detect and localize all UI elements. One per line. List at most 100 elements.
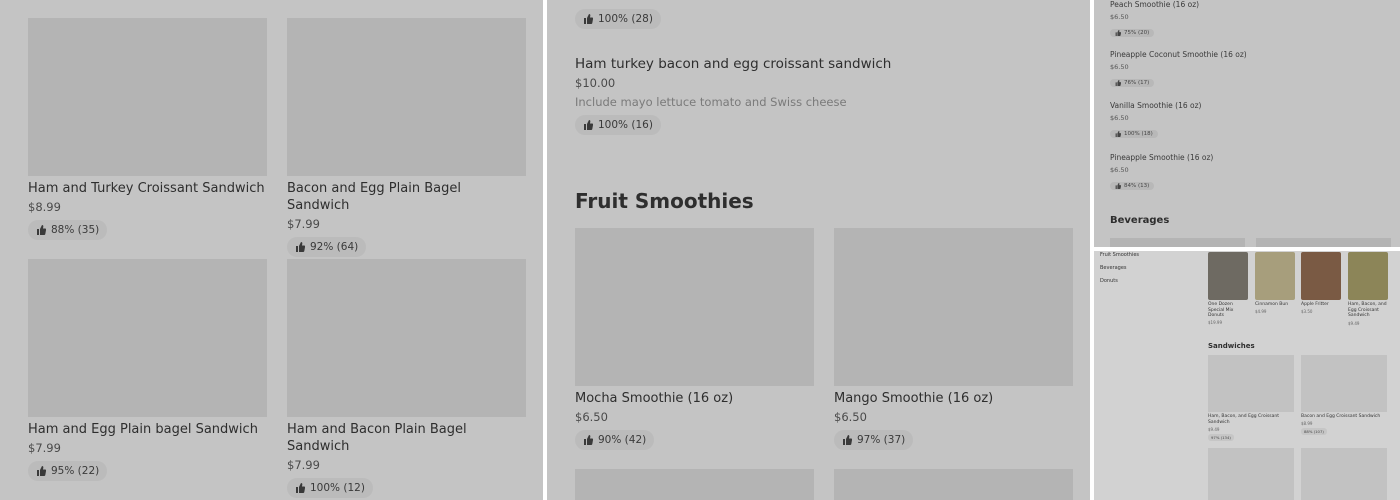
category-nav-item[interactable]: Donuts xyxy=(1100,278,1118,284)
menu-item-card[interactable]: Ham and Bacon Plain Bagel Sandwich $7.99… xyxy=(287,259,526,498)
thumbs-up-icon xyxy=(296,242,305,252)
thumbs-up-icon xyxy=(37,225,46,235)
apple-fritter-photo[interactable] xyxy=(1301,252,1341,300)
item-rating: 97% (134) xyxy=(1208,434,1234,441)
item-image-placeholder[interactable] xyxy=(1208,448,1294,500)
item-name: Ham, Bacon, and Egg Croissant Sandwich xyxy=(1208,414,1280,425)
item-name: Ham and Turkey Croissant Sandwich xyxy=(28,181,265,196)
menu-panel-smoothies: 100% (28) Ham turkey bacon and egg crois… xyxy=(547,0,1090,500)
donuts-photo[interactable] xyxy=(1208,252,1248,300)
item-name: Ham turkey bacon and egg croissant sandw… xyxy=(575,56,892,72)
item-name: Mocha Smoothie (16 oz) xyxy=(575,391,734,406)
item-price: $7.99 xyxy=(287,217,320,231)
rating-text: 95% (22) xyxy=(51,465,100,477)
item-rating: 92% (64) xyxy=(287,237,367,257)
item-price: $6.50 xyxy=(834,410,867,424)
featured-item-price: $9.49 xyxy=(1348,321,1360,326)
item-price: $9.49 xyxy=(1208,427,1220,432)
item-image-placeholder xyxy=(1110,238,1245,247)
rating-text: 100% (18) xyxy=(1124,131,1153,137)
croissant-sandwich-photo[interactable] xyxy=(1348,252,1388,300)
menu-list-item[interactable]: Pineapple Coconut Smoothie (16 oz) $6.50… xyxy=(1110,50,1390,90)
category-nav-item[interactable]: Fruit Smoothies xyxy=(1100,252,1139,258)
item-image-placeholder xyxy=(28,259,267,417)
item-price: $6.50 xyxy=(575,410,608,424)
section-heading: Beverages xyxy=(1110,215,1170,226)
cinnamon-bun-photo[interactable] xyxy=(1255,252,1295,300)
featured-item-name: One Dozen Special Mix Donuts xyxy=(1208,302,1234,318)
rating-text: 75% (20) xyxy=(1124,30,1150,36)
featured-item-name: Cinnamon Bun xyxy=(1255,302,1289,307)
item-name: Bacon and Egg Croissant Sandwich xyxy=(1301,414,1381,419)
item-name: Ham and Bacon Plain Bagel Sandwich xyxy=(287,422,467,454)
menu-list-item[interactable]: Pineapple Smoothie (16 oz) $6.50 84% (13… xyxy=(1110,153,1390,193)
menu-item-card[interactable]: Mocha Smoothie (16 oz) $6.50 90% (42) xyxy=(575,228,814,450)
featured-item-price: $4.99 xyxy=(1255,309,1267,314)
item-image-placeholder xyxy=(28,18,267,176)
item-rating: 88% (35) xyxy=(28,220,108,240)
menu-panel-sandwiches: Ham and Turkey Croissant Sandwich $8.99 … xyxy=(0,0,543,500)
item-price: $8.99 xyxy=(1301,421,1313,426)
rating-text: 100% (28) xyxy=(598,13,653,25)
rating-text: 100% (16) xyxy=(598,119,653,131)
item-image-placeholder xyxy=(834,228,1073,386)
menu-item-card[interactable]: Bacon and Egg Plain Bagel Sandwich $7.99… xyxy=(287,18,526,257)
item-name: Mango Smoothie (16 oz) xyxy=(834,391,994,406)
item-rating: 76% (17) xyxy=(1110,79,1155,87)
item-name: Pineapple Smoothie (16 oz) xyxy=(1110,153,1214,162)
item-rating: 97% (37) xyxy=(834,430,914,450)
category-nav-item[interactable]: Beverages xyxy=(1100,265,1127,271)
featured-item-name: Ham, Bacon, and Egg Croissant Sandwich xyxy=(1348,302,1387,318)
rating-text: 97% (37) xyxy=(857,434,906,446)
menu-panel-smoothie-list: Peach Smoothie (16 oz) $6.50 75% (20) Pi… xyxy=(1094,0,1400,247)
item-image-placeholder xyxy=(287,259,526,417)
item-price: $6.50 xyxy=(1110,13,1129,21)
featured-item-name: Apple Fritter xyxy=(1301,302,1329,307)
menu-item-card[interactable]: Mango Smoothie (16 oz) $6.50 97% (37) xyxy=(834,228,1073,450)
menu-list-item[interactable]: Peach Smoothie (16 oz) $6.50 75% (20) xyxy=(1110,0,1390,40)
item-image-placeholder[interactable] xyxy=(1208,355,1294,412)
item-name: Peach Smoothie (16 oz) xyxy=(1110,0,1200,9)
item-price: $6.50 xyxy=(1110,166,1129,174)
item-image-placeholder xyxy=(287,18,526,176)
section-heading: Fruit Smoothies xyxy=(575,189,754,213)
item-name: Ham and Egg Plain bagel Sandwich xyxy=(28,422,258,437)
thumbs-up-icon xyxy=(584,120,593,130)
item-rating: 95% (22) xyxy=(28,461,108,481)
item-image-placeholder[interactable] xyxy=(1301,355,1387,412)
section-heading: Sandwiches xyxy=(1208,342,1255,350)
thumbs-up-icon xyxy=(584,14,593,24)
menu-list-item[interactable]: Vanilla Smoothie (16 oz) $6.50 100% (18) xyxy=(1110,101,1390,141)
item-rating: 100% (28) xyxy=(575,9,661,29)
thumbs-up-icon xyxy=(843,435,852,445)
item-rating: 100% (16) xyxy=(575,115,661,135)
thumbs-up-icon xyxy=(1115,183,1121,189)
rating-text: 100% (12) xyxy=(310,482,365,494)
item-name: Vanilla Smoothie (16 oz) xyxy=(1110,101,1202,110)
item-description: Include mayo lettuce tomato and Swiss ch… xyxy=(575,95,847,109)
thumbs-up-icon xyxy=(37,466,46,476)
item-name: Pineapple Coconut Smoothie (16 oz) xyxy=(1110,50,1247,59)
item-image-placeholder[interactable] xyxy=(1301,448,1387,500)
item-price: $6.50 xyxy=(1110,114,1129,122)
featured-item-price: $3.50 xyxy=(1301,309,1313,314)
rating-text: 90% (42) xyxy=(598,434,647,446)
thumbs-up-icon xyxy=(1115,30,1121,36)
item-price: $10.00 xyxy=(575,76,616,90)
item-image-placeholder xyxy=(575,228,814,386)
item-image-placeholder xyxy=(1256,238,1391,247)
menu-item-card[interactable]: Ham and Egg Plain bagel Sandwich $7.99 9… xyxy=(28,259,267,481)
menu-list-item[interactable]: Ham turkey bacon and egg croissant sandw… xyxy=(575,52,1065,135)
item-rating: 100% (18) xyxy=(1110,130,1158,138)
thumbs-up-icon xyxy=(1115,80,1121,86)
menu-item-card[interactable]: Ham and Turkey Croissant Sandwich $8.99 … xyxy=(28,18,267,240)
item-image-placeholder xyxy=(575,469,814,500)
rating-text: 92% (64) xyxy=(310,241,359,253)
thumbs-up-icon xyxy=(584,435,593,445)
item-price: $7.99 xyxy=(287,458,320,472)
rating-text: 76% (17) xyxy=(1124,80,1150,86)
menu-panel-overview: Fruit Smoothies Beverages Donuts One Doz… xyxy=(1094,251,1400,500)
rating-text: 84% (13) xyxy=(1124,183,1150,189)
item-rating: 90% (42) xyxy=(575,430,655,450)
item-image-placeholder xyxy=(834,469,1073,500)
